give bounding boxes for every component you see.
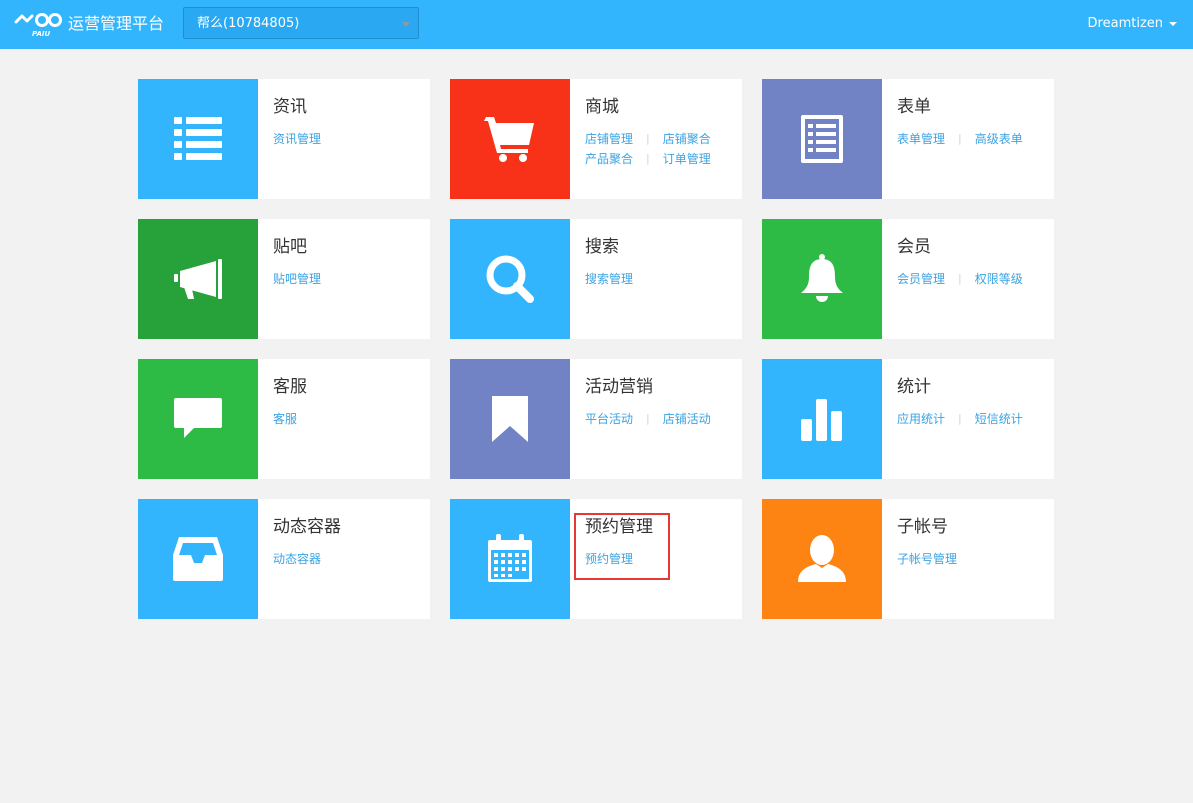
module-links: 子帐号管理 — [897, 549, 1047, 569]
module-title[interactable]: 客服 — [273, 377, 307, 397]
module-card[interactable]: 客服 客服 — [138, 359, 430, 479]
module-tile[interactable] — [138, 219, 258, 339]
module-tile[interactable] — [762, 219, 882, 339]
module-title[interactable]: 搜索 — [585, 237, 619, 257]
module-title[interactable]: 商城 — [585, 97, 619, 117]
module-tile[interactable] — [450, 219, 570, 339]
module-link[interactable]: 表单管理 — [897, 129, 945, 149]
link-separator: | — [958, 132, 962, 145]
module-tile[interactable] — [762, 359, 882, 479]
module-link[interactable]: 订单管理 — [663, 149, 711, 169]
caret-down-icon[interactable] — [1169, 22, 1177, 26]
app-title: 运营管理平台 — [68, 14, 165, 33]
list-icon — [172, 115, 224, 163]
module-link[interactable]: 应用统计 — [897, 409, 945, 429]
module-links: 资讯管理 — [273, 129, 423, 149]
module-link[interactable]: 搜索管理 — [585, 269, 633, 289]
module-link[interactable]: 平台活动 — [585, 409, 633, 429]
link-separator: | — [646, 152, 650, 165]
chevron-down-icon — [402, 22, 410, 27]
module-link[interactable]: 店铺管理 — [585, 129, 633, 149]
module-link[interactable]: 动态容器 — [273, 549, 321, 569]
module-link[interactable]: 子帐号管理 — [897, 549, 957, 569]
megaphone-icon — [170, 257, 226, 301]
module-title[interactable]: 子帐号 — [897, 517, 948, 537]
bell-icon — [798, 253, 846, 305]
module-link[interactable]: 店铺活动 — [663, 409, 711, 429]
module-title[interactable]: 贴吧 — [273, 237, 307, 257]
module-link[interactable]: 权限等级 — [975, 269, 1023, 289]
module-links: 表单管理 | 高级表单 — [897, 129, 1047, 149]
calendar-icon — [486, 534, 534, 584]
module-links: 店铺管理 | 店铺聚合产品聚合 | 订单管理 — [585, 129, 735, 169]
module-link[interactable]: 资讯管理 — [273, 129, 321, 149]
module-card[interactable]: 贴吧 贴吧管理 — [138, 219, 430, 339]
module-tile[interactable] — [450, 499, 570, 619]
selection-highlight — [574, 513, 670, 580]
link-separator: | — [958, 412, 962, 425]
module-links: 贴吧管理 — [273, 269, 423, 289]
module-tile[interactable] — [762, 79, 882, 199]
module-title[interactable]: 活动营销 — [585, 377, 653, 397]
bookmark-icon — [490, 394, 530, 444]
module-tile[interactable] — [762, 499, 882, 619]
link-separator: | — [958, 272, 962, 285]
module-link[interactable]: 产品聚合 — [585, 149, 633, 169]
module-title[interactable]: 资讯 — [273, 97, 307, 117]
module-title[interactable]: 动态容器 — [273, 517, 341, 537]
module-links: 会员管理 | 权限等级 — [897, 269, 1047, 289]
bar-chart-icon — [798, 395, 846, 443]
module-link[interactable]: 客服 — [273, 409, 297, 429]
module-link[interactable]: 店铺聚合 — [663, 129, 711, 149]
module-card[interactable]: 会员会员管理 | 权限等级 — [762, 219, 1054, 339]
module-title[interactable]: 表单 — [897, 97, 931, 117]
account-selector-value: 帮么(10784805) — [197, 16, 300, 31]
module-tile[interactable] — [138, 79, 258, 199]
module-links: 平台活动 | 店铺活动 — [585, 409, 735, 429]
module-card[interactable]: 表单表单管理 | 高级表单 — [762, 79, 1054, 199]
module-card[interactable]: 搜索 搜索管理 — [450, 219, 742, 339]
module-links: 应用统计 | 短信统计 — [897, 409, 1047, 429]
module-tile[interactable] — [138, 359, 258, 479]
user-menu[interactable]: Dreamtizen — [1088, 16, 1163, 32]
module-link[interactable]: 高级表单 — [975, 129, 1023, 149]
module-links: 客服 — [273, 409, 423, 429]
module-title[interactable]: 统计 — [897, 377, 931, 397]
link-separator: | — [646, 412, 650, 425]
module-tile[interactable] — [450, 359, 570, 479]
module-card[interactable]: 动态容器 动态容器 — [138, 499, 430, 619]
chat-icon — [172, 396, 224, 442]
paiu-logo[interactable]: PAIU — [14, 10, 64, 38]
module-link[interactable]: 短信统计 — [975, 409, 1023, 429]
module-tile[interactable] — [450, 79, 570, 199]
svg-text:PAIU: PAIU — [32, 30, 51, 38]
module-link[interactable]: 贴吧管理 — [273, 269, 321, 289]
module-link[interactable]: 会员管理 — [897, 269, 945, 289]
cart-icon — [484, 114, 536, 164]
module-card[interactable]: 商城店铺管理 | 店铺聚合产品聚合 | 订单管理 — [450, 79, 742, 199]
inbox-icon — [171, 535, 225, 583]
module-title[interactable]: 会员 — [897, 237, 931, 257]
module-tile[interactable] — [138, 499, 258, 619]
module-links: 动态容器 — [273, 549, 423, 569]
module-card[interactable]: 统计应用统计 | 短信统计 — [762, 359, 1054, 479]
user-icon — [796, 534, 848, 584]
module-card[interactable]: 资讯 资讯管理 — [138, 79, 430, 199]
module-links: 搜索管理 — [585, 269, 735, 289]
link-separator: | — [646, 132, 650, 145]
module-card[interactable]: 活动营销平台活动 | 店铺活动 — [450, 359, 742, 479]
form-icon — [799, 113, 845, 165]
account-selector[interactable]: 帮么(10784805) — [183, 7, 419, 39]
top-bar: PAIU 运营管理平台 帮么(10784805) Dreamtizen — [0, 0, 1193, 49]
module-card[interactable]: 子帐号 子帐号管理 — [762, 499, 1054, 619]
search-icon — [484, 253, 536, 305]
